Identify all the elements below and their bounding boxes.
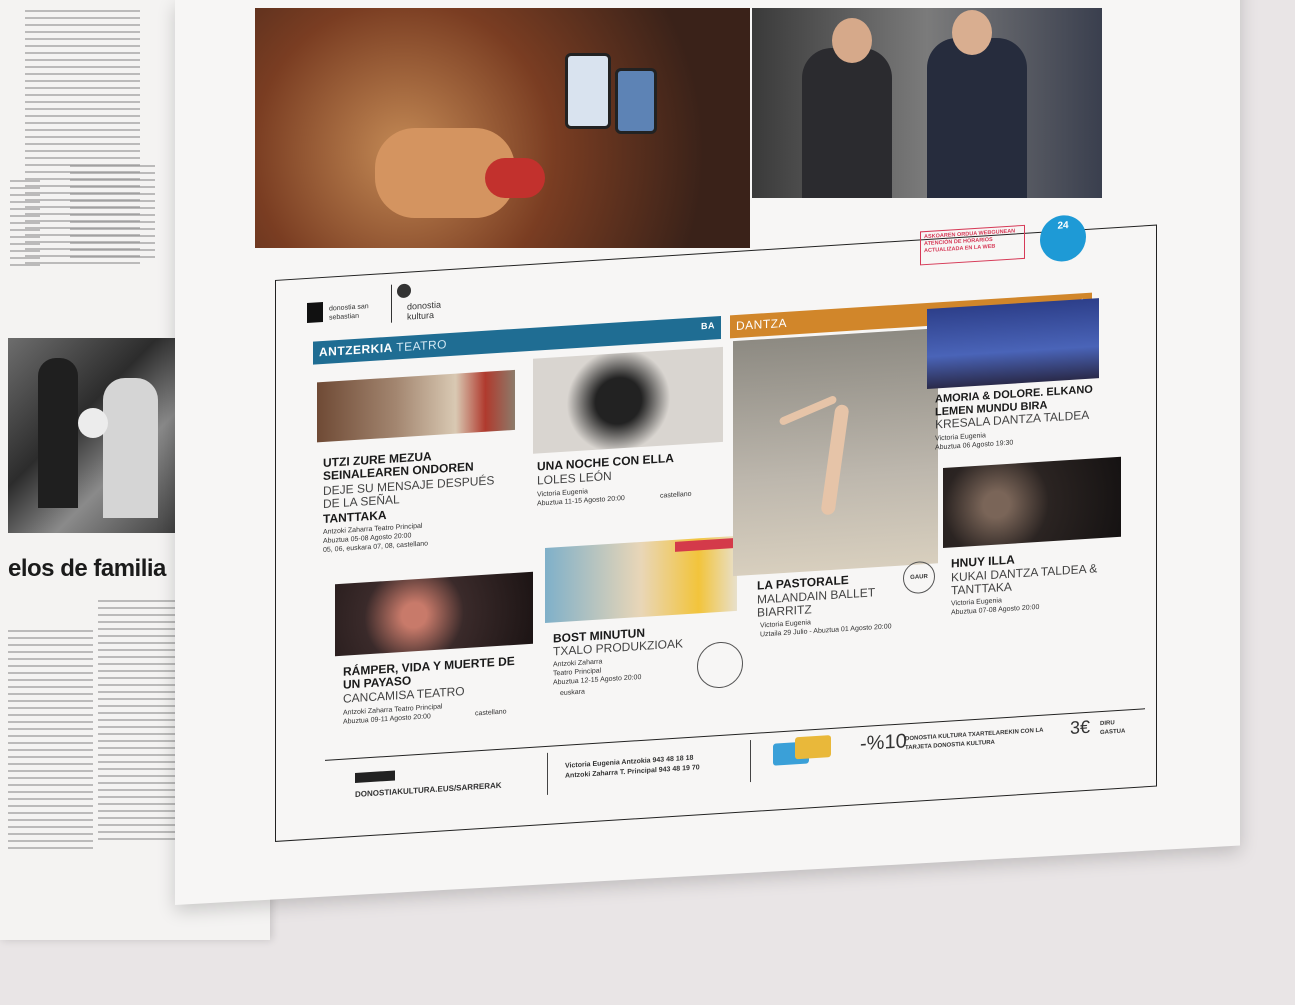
- price-note: DIRU GASTUA: [1100, 720, 1126, 737]
- dance-photo-amoria: [927, 298, 1099, 389]
- play-photo-bost-minutun: [545, 535, 737, 624]
- logo-divider: [391, 284, 392, 323]
- culture-program-ad: donostia san sebastian donostia kultura …: [275, 174, 1165, 842]
- dance-photo-hnuy-illa: [943, 456, 1121, 548]
- dance-header-label: DANTZA: [736, 315, 787, 333]
- article-headline: elos de familia: [8, 555, 166, 582]
- play-photo-una-noche: [533, 346, 723, 454]
- bw-photo: [8, 338, 186, 533]
- dance-photo-la-pastorale: [733, 328, 938, 577]
- text-column: [8, 630, 93, 850]
- theatre-header-icon: BA: [701, 320, 715, 332]
- price-value: 3€: [1070, 716, 1091, 738]
- handshake-photo: [752, 8, 1102, 198]
- city-logo-label: donostia san sebastian: [329, 303, 369, 322]
- footer-separator: [750, 740, 751, 783]
- theatre-header-light: TEATRO: [396, 337, 448, 355]
- text-column: [70, 165, 155, 260]
- kultura-logo-label: donostia kultura: [407, 299, 442, 322]
- play-photo-ramper: [335, 571, 533, 657]
- theatre-header-bold: ANTZERKIA: [319, 340, 393, 360]
- discount-value: -%10: [860, 730, 907, 756]
- yellow-card-icon: [795, 735, 831, 760]
- website-notice: ASKOAREN ORDUA WEBGUNEAN ATENCIÓN DE HOR…: [920, 224, 1025, 266]
- footer-separator: [547, 752, 548, 795]
- text-column: [10, 180, 40, 270]
- city-shield-icon: [307, 301, 323, 323]
- play-photo-utzi: [317, 369, 515, 443]
